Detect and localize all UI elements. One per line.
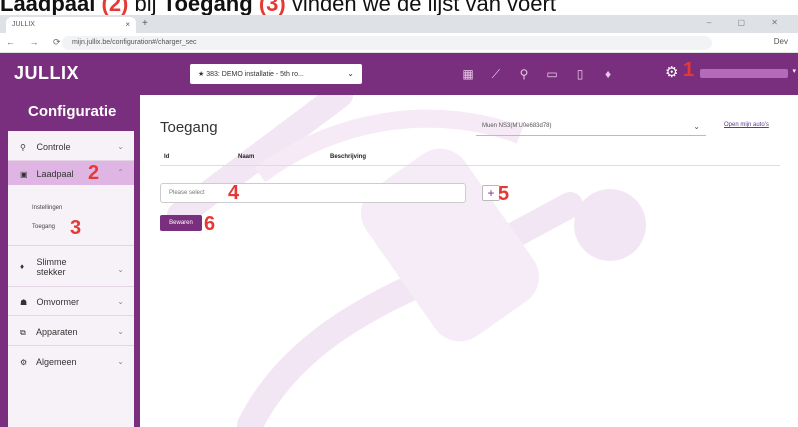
divider — [8, 345, 134, 346]
plug-icon[interactable]: ♦ — [600, 67, 616, 81]
sidebar-item-label: Laadpaal — [36, 169, 74, 179]
divider — [8, 286, 134, 287]
table-header: Id Naam Beschrijving — [160, 150, 780, 166]
caption-rest: vinden we de lijst van voert — [291, 0, 556, 15]
money-icon[interactable]: ▭ — [544, 67, 560, 81]
sidebar-item-laadpaal[interactable]: ▣ Laadpaal ⌃ — [8, 161, 134, 185]
browser-tab-bar: JULLIX × + – ▢ ✕ — [0, 15, 798, 33]
annotation-1: 1 — [683, 59, 695, 81]
chevron-down-icon: ▾ — [792, 68, 796, 75]
chart-icon[interactable]: ⟋ — [488, 67, 504, 82]
car-filter-select[interactable]: Muen NS3(M'U0e683d78) ⌄ — [476, 118, 706, 136]
sidebar-item-controle[interactable]: ⚲ Controle ⌄ — [8, 142, 134, 152]
logo: JULLIX — [14, 63, 80, 83]
gear-icon: ⚙ — [20, 358, 28, 367]
nav-buttons[interactable]: ← → ⟳ — [6, 37, 67, 48]
sidebar-title: Configuratie — [8, 95, 134, 131]
access-select-input[interactable]: Please select — [160, 183, 466, 203]
devices-icon: ⧉ — [20, 328, 26, 337]
profile-button[interactable]: Dev — [774, 37, 788, 46]
browser-tab[interactable]: JULLIX × — [6, 17, 136, 33]
gear-icon[interactable]: ⚙ — [665, 63, 678, 81]
sidebar-item-label: Omvormer — [36, 297, 80, 307]
main-content: Toegang Muen NS3(M'U0e683d78) ⌄ Open mij… — [140, 95, 798, 427]
installation-select[interactable]: ★ 383: DEMO installatie - 5th ro... ⌄ — [190, 64, 362, 84]
search-icon: ⚲ — [20, 143, 26, 152]
sidebar-item-omvormer[interactable]: ☗ Omvormer ⌄ — [8, 297, 134, 307]
sidebar-item-label: Apparaten — [36, 327, 78, 337]
save-button[interactable]: Bewaren — [160, 215, 202, 231]
divider — [8, 245, 134, 246]
chevron-down-icon: ⌄ — [117, 142, 124, 151]
battery-icon[interactable]: ▯ — [572, 67, 588, 81]
caption-bij: bij — [134, 0, 157, 15]
dashboard-icon[interactable]: ▦ — [460, 67, 476, 81]
page-title: Toegang — [160, 119, 218, 136]
sidebar-item-label: Controle — [36, 142, 71, 152]
app-header: JULLIX ★ 383: DEMO installatie - 5th ro.… — [0, 53, 798, 95]
caption-text: Laadpaal (2) bij Toegang (3) vinden we d… — [0, 0, 798, 15]
tab-title: JULLIX — [12, 21, 35, 28]
chevron-down-icon: ⌄ — [117, 327, 124, 336]
sidebar: Configuratie ⚲ Controle ⌄ ▣ Laadpaal ⌃ I… — [0, 95, 140, 427]
annotation-5: 5 — [498, 183, 510, 205]
inverter-icon: ☗ — [20, 298, 28, 307]
charger-icon: ▣ — [20, 170, 28, 179]
chevron-down-icon: ⌄ — [693, 122, 700, 131]
chevron-down-icon: ⌄ — [117, 297, 124, 306]
caption-laadpaal: Laadpaal — [0, 0, 96, 15]
annotation-2: 2 — [88, 162, 100, 184]
annotation-4: 4 — [228, 182, 240, 204]
sidebar-subitem-instellingen[interactable]: Instellingen — [8, 205, 134, 211]
window-controls[interactable]: – ▢ ✕ — [707, 18, 790, 27]
user-menu[interactable] — [700, 69, 788, 78]
annotation-3: 3 — [70, 217, 82, 239]
search-icon[interactable]: ⚲ — [516, 67, 532, 81]
caption-toegang: Toegang — [162, 0, 253, 15]
column-header-naam: Naam — [238, 154, 255, 160]
chevron-up-icon: ⌃ — [117, 168, 124, 177]
sidebar-item-label: Slimme stekker — [36, 257, 67, 277]
annotation-6: 6 — [204, 213, 216, 235]
new-tab-button[interactable]: + — [142, 18, 148, 29]
address-bar: ← → ⟳ mijn.jullix.be/configuration#/char… — [0, 33, 798, 53]
sidebar-item-slimme-stekker[interactable]: ♦ Slimme stekker ⌄ — [8, 257, 134, 277]
installation-select-value: ★ 383: DEMO installatie - 5th ro... — [198, 71, 304, 78]
column-header-id: Id — [164, 154, 170, 160]
open-my-cars-link[interactable]: Open mijn auto's — [724, 122, 769, 128]
chevron-down-icon: ⌄ — [117, 265, 124, 274]
divider — [8, 315, 134, 316]
column-header-beschrijving: Beschrijving — [330, 154, 367, 160]
chevron-down-icon: ⌄ — [347, 69, 354, 78]
sidebar-item-label: Algemeen — [36, 357, 77, 367]
sidebar-item-apparaten[interactable]: ⧉ Apparaten ⌄ — [8, 327, 134, 338]
plug-icon: ♦ — [20, 262, 25, 272]
car-filter-value: Muen NS3(M'U0e683d78) — [482, 123, 552, 129]
caption-num-2: (2) — [101, 0, 129, 15]
chevron-down-icon: ⌄ — [117, 357, 124, 366]
url-field[interactable]: mijn.jullix.be/configuration#/charger_se… — [62, 36, 712, 50]
close-icon[interactable]: × — [125, 20, 130, 29]
plug-watermark-icon — [167, 95, 646, 427]
caption-num-3: (3) — [258, 0, 286, 15]
sidebar-item-algemeen[interactable]: ⚙ Algemeen ⌄ — [8, 357, 134, 367]
